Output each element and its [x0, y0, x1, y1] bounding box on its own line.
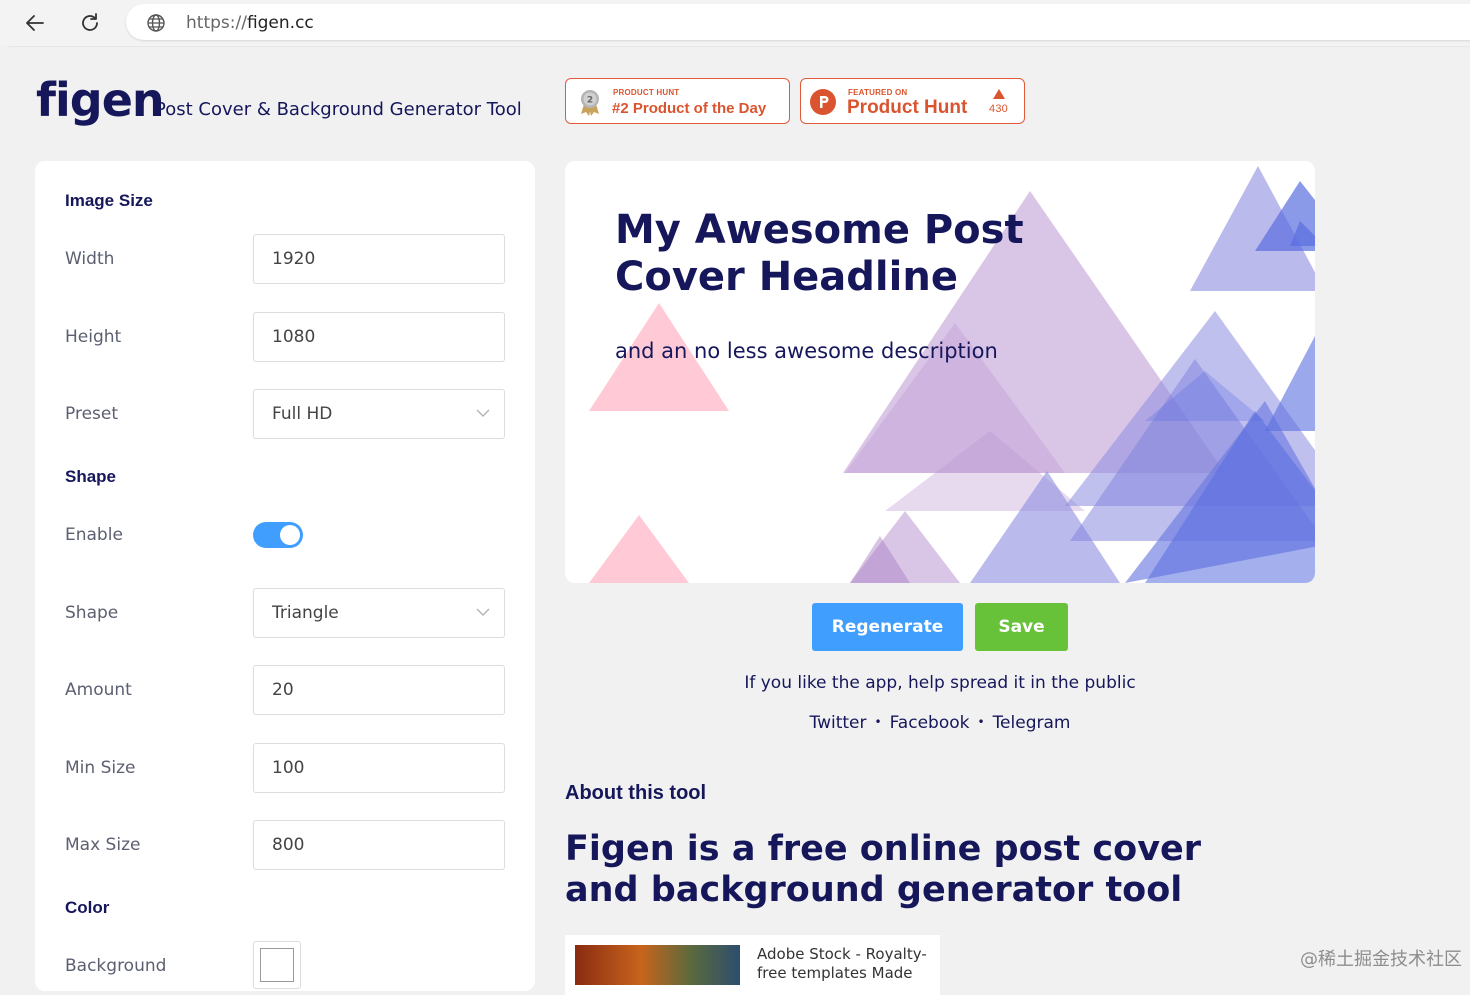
separator-dot: •	[977, 715, 985, 729]
enable-shape-toggle[interactable]	[253, 522, 303, 548]
upvote-triangle-icon	[993, 89, 1005, 99]
preview-headline: My Awesome Post Cover Headline	[615, 207, 1024, 300]
color-title: Color	[65, 898, 110, 917]
save-button[interactable]: Save	[975, 603, 1068, 651]
globe-icon	[147, 14, 165, 32]
shape-title: Shape	[65, 467, 117, 486]
preset-label: Preset	[65, 404, 119, 424]
color-swatch	[260, 948, 294, 982]
enable-label: Enable	[65, 525, 123, 545]
ad-banner[interactable]: Adobe Stock - Royalty-free templates Mad…	[565, 935, 940, 995]
chevron-down-icon	[476, 409, 490, 417]
address-bar[interactable]: https://figen.cc	[126, 4, 1470, 40]
telegram-link[interactable]: Telegram	[993, 713, 1071, 733]
medal-icon: 2	[581, 90, 599, 116]
min-size-input[interactable]: 100	[253, 743, 505, 793]
preset-value: Full HD	[272, 404, 333, 424]
min-size-label: Min Size	[65, 758, 136, 778]
amount-label: Amount	[65, 680, 132, 700]
background-label: Background	[65, 956, 167, 976]
twitter-link[interactable]: Twitter	[810, 713, 867, 733]
product-hunt-featured-badge[interactable]: FEATURED ON Product Hunt 430	[800, 78, 1025, 124]
background-color-picker[interactable]	[253, 941, 301, 989]
arrow-left-icon	[26, 15, 44, 31]
separator-dot: •	[874, 715, 882, 729]
ad-text: Adobe Stock - Royalty-free templates Mad…	[757, 945, 927, 982]
regenerate-button[interactable]: Regenerate	[812, 603, 963, 651]
svg-text:2: 2	[587, 96, 593, 106]
height-label: Height	[65, 327, 122, 347]
toggle-knob	[280, 525, 300, 545]
browser-toolbar: https://figen.cc	[0, 0, 1470, 46]
width-input[interactable]: 1920	[253, 234, 505, 284]
ad-thumbnail	[575, 945, 740, 985]
about-heading: About this tool	[565, 782, 707, 804]
image-size-title: Image Size	[65, 191, 153, 210]
badge-big-text: #2 Product of the Day	[612, 100, 767, 117]
cover-preview: My Awesome Post Cover Headline and an no…	[565, 161, 1315, 583]
reload-button[interactable]	[75, 8, 105, 38]
chevron-down-icon	[476, 608, 490, 616]
max-size-label: Max Size	[65, 835, 141, 855]
back-button[interactable]	[20, 8, 50, 38]
watermark: @稀土掘金技术社区	[1300, 949, 1462, 970]
reload-icon	[82, 13, 98, 31]
share-prompt: If you like the app, help spread it in t…	[744, 673, 1136, 693]
badge-small-text: FEATURED ON	[848, 88, 908, 97]
badge-big-text: Product Hunt	[847, 97, 968, 118]
page: figen Post Cover & Background Generator …	[4, 46, 1470, 995]
product-hunt-logo-icon	[810, 89, 836, 115]
facebook-link[interactable]: Facebook	[890, 713, 970, 733]
social-links: Twitter • Facebook • Telegram	[565, 713, 1315, 733]
url-text: https://figen.cc	[186, 13, 314, 33]
amount-input[interactable]: 20	[253, 665, 505, 715]
preview-description: and an no less awesome description	[615, 339, 998, 363]
badge-small-text: PRODUCT HUNT	[613, 88, 680, 97]
settings-panel: Image Size Width 1920 Height 1080 Preset…	[35, 161, 535, 991]
product-hunt-day-badge[interactable]: 2 PRODUCT HUNT #2 Product of the Day	[565, 78, 790, 124]
preset-select[interactable]: Full HD	[253, 389, 505, 439]
height-input[interactable]: 1080	[253, 312, 505, 362]
tagline: Post Cover & Background Generator Tool	[155, 99, 522, 120]
logo[interactable]: figen	[36, 73, 165, 127]
shape-select[interactable]: Triangle	[253, 588, 505, 638]
vote-count: 430	[989, 103, 1008, 115]
max-size-input[interactable]: 800	[253, 820, 505, 870]
width-label: Width	[65, 249, 115, 269]
shape-value: Triangle	[272, 603, 339, 623]
about-title: Figen is a free online post cover and ba…	[565, 829, 1202, 910]
shape-label: Shape	[65, 603, 119, 623]
